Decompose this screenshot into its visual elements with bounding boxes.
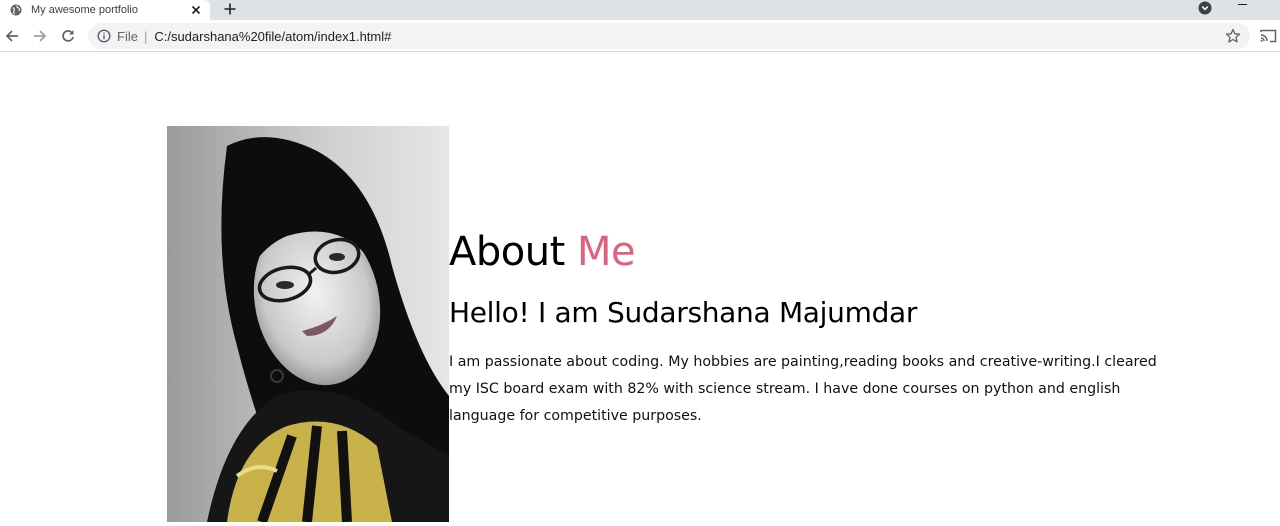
- browser-toolbar: File | C:/sudarshana%20file/atom/index1.…: [0, 20, 1280, 52]
- tab-search-icon[interactable]: [1197, 0, 1212, 15]
- cast-icon[interactable]: [1260, 28, 1277, 44]
- browser-tab[interactable]: My awesome portfolio: [0, 0, 210, 20]
- tab-strip: My awesome portfolio: [0, 0, 1280, 20]
- profile-photo: [167, 126, 449, 522]
- about-heading-accent: Me: [576, 229, 636, 275]
- about-heading-text: About: [449, 229, 565, 275]
- url-scheme-label: File: [117, 28, 138, 44]
- close-icon[interactable]: [189, 3, 203, 17]
- url-separator: |: [143, 28, 148, 44]
- globe-icon: [10, 4, 22, 16]
- address-bar[interactable]: File | C:/sudarshana%20file/atom/index1.…: [88, 23, 1250, 49]
- info-icon[interactable]: [97, 29, 111, 43]
- tab-title: My awesome portfolio: [31, 4, 138, 16]
- greeting-heading: Hello! I am Sudarshana Majumdar: [449, 296, 918, 329]
- url-text[interactable]: C:/sudarshana%20file/atom/index1.html#: [154, 29, 391, 44]
- star-icon[interactable]: [1225, 28, 1241, 44]
- arrow-left-icon[interactable]: [2, 26, 22, 46]
- arrow-right-icon[interactable]: [30, 26, 50, 46]
- about-heading: About Me: [449, 229, 636, 275]
- bio-paragraph: I am passionate about coding. My hobbies…: [449, 354, 1157, 424]
- minimize-icon[interactable]: [1236, 0, 1250, 10]
- plus-icon[interactable]: [221, 0, 239, 18]
- reload-icon[interactable]: [58, 26, 78, 46]
